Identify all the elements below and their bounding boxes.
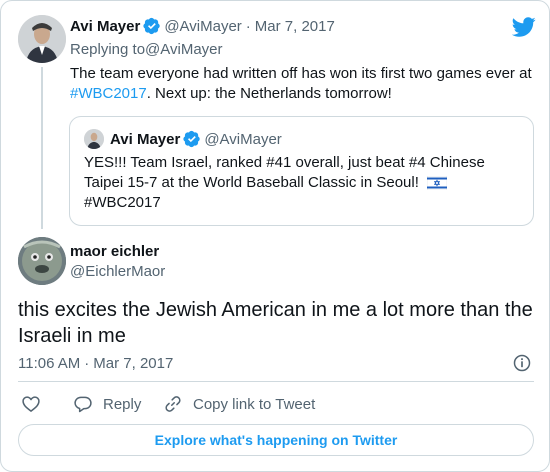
tweet-date[interactable]: Mar 7, 2017 bbox=[255, 18, 335, 35]
info-icon[interactable] bbox=[512, 353, 532, 373]
explore-twitter-button[interactable]: Explore what's happening on Twitter bbox=[18, 424, 534, 456]
quoted-tweet[interactable]: Avi Mayer @AviMayer YES!!! Team Israel, … bbox=[69, 116, 534, 226]
main-author-handle[interactable]: @EichlerMaor bbox=[70, 263, 165, 280]
avatar-maor-eichler[interactable] bbox=[18, 237, 66, 285]
quoted-author-name: Avi Mayer bbox=[110, 130, 181, 148]
link-icon bbox=[165, 396, 181, 412]
quoted-author-handle: @AviMayer bbox=[204, 130, 282, 148]
heart-icon bbox=[22, 396, 40, 412]
reply-button[interactable]: Reply bbox=[73, 393, 141, 415]
hashtag-link[interactable]: #WBC2017 bbox=[70, 85, 147, 102]
quoted-line-1: YES!!! Team Israel, ranked #41 overall, … bbox=[84, 154, 485, 171]
copy-link-label: Copy link to Tweet bbox=[193, 395, 316, 413]
verified-badge-icon bbox=[143, 17, 161, 35]
divider bbox=[18, 381, 534, 382]
reply-bubble-icon bbox=[74, 396, 92, 413]
thread-connector-line bbox=[41, 67, 43, 229]
separator-dot: · bbox=[84, 354, 90, 372]
parent-tweet-text: The team everyone had written off has wo… bbox=[70, 64, 540, 104]
twitter-bird-icon[interactable] bbox=[512, 15, 536, 39]
quoted-text: YES!!! Team Israel, ranked #41 overall, … bbox=[84, 153, 524, 213]
embedded-tweet-card: Avi Mayer @AviMayer · Mar 7, 2017 Replyi… bbox=[0, 0, 550, 472]
tweet-date[interactable]: Mar 7, 2017 bbox=[93, 355, 173, 372]
main-tweet-timestamp[interactable]: 11:06 AM · Mar 7, 2017 bbox=[18, 353, 173, 373]
reply-label: Reply bbox=[103, 395, 142, 413]
main-author-name[interactable]: maor eichler bbox=[70, 243, 159, 260]
avatar-avi-mayer[interactable] bbox=[18, 15, 66, 63]
separator-dot: · bbox=[245, 17, 251, 35]
replying-to: Replying to @AviMayer bbox=[70, 39, 223, 59]
author-name[interactable]: Avi Mayer bbox=[70, 18, 140, 35]
quoted-line-2: Taipei 15-7 at the World Baseball Classi… bbox=[84, 174, 419, 191]
copy-link-button[interactable]: Copy link to Tweet bbox=[163, 393, 315, 415]
main-tweet-author: maor eichler bbox=[70, 241, 159, 261]
main-tweet-handle-row: @EichlerMaor bbox=[70, 261, 165, 281]
quoted-line-3: #WBC2017 bbox=[84, 194, 161, 211]
parent-tweet-header: Avi Mayer @AviMayer · Mar 7, 2017 bbox=[70, 16, 335, 36]
parent-text-part1: The team everyone had written off has wo… bbox=[70, 65, 532, 82]
main-tweet-text: this excites the Jewish American in me a… bbox=[18, 299, 533, 347]
quoted-header: Avi Mayer @AviMayer bbox=[110, 129, 282, 149]
israel-flag-emoji bbox=[427, 176, 448, 191]
author-handle[interactable]: @AviMayer bbox=[164, 18, 241, 35]
parent-text-part2: . Next up: the Netherlands tomorrow! bbox=[146, 85, 392, 102]
verified-badge-icon bbox=[183, 130, 201, 148]
replying-handle[interactable]: @AviMayer bbox=[145, 41, 222, 58]
replying-prefix: Replying to bbox=[70, 40, 146, 58]
explore-label: Explore what's happening on Twitter bbox=[154, 432, 398, 448]
like-button[interactable] bbox=[21, 393, 41, 415]
tweet-time[interactable]: 11:06 AM bbox=[18, 355, 80, 372]
quoted-avatar bbox=[84, 129, 104, 149]
